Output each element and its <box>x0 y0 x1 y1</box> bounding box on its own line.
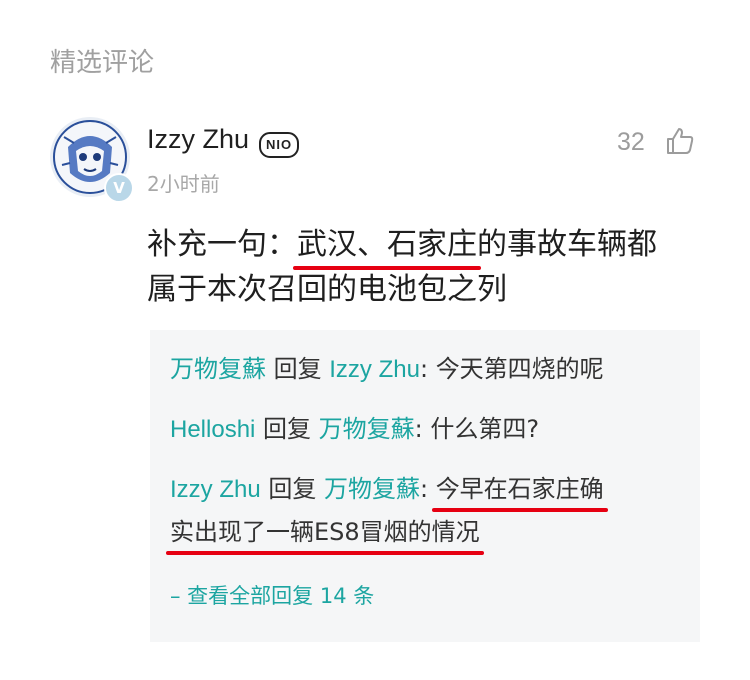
section-title: 精选评论 <box>50 48 155 78</box>
like-count: 32 <box>617 128 645 156</box>
reply-item[interactable]: 万物复蘇 回复 Izzy Zhu: 今天第四烧的呢 <box>170 348 685 391</box>
reply-item[interactable]: Izzy Zhu 回复 万物复蘇: 今早在石家庄确 实出现了一辆ES8冒烟的情况 <box>166 468 685 555</box>
reply-action: 回复 <box>260 475 324 503</box>
reply-separator: : <box>419 475 436 503</box>
reply-text: 今天第四烧的呢 <box>435 355 604 383</box>
comment-text-line2: 属于本次召回的电池包之列 <box>147 272 507 307</box>
reply-separator: : <box>414 415 431 443</box>
reply-text-line2: 实出现了一辆ES8冒烟的情况 <box>166 511 484 555</box>
comment-text-prefix: 补充一句： <box>147 227 297 262</box>
reply-author[interactable]: Izzy Zhu <box>170 476 261 503</box>
nio-badge: NIO <box>259 132 300 158</box>
reply-action: 回复 <box>266 355 330 383</box>
reply-author[interactable]: 万物复蘇 <box>170 355 266 383</box>
comment-text: 补充一句：武汉、石家庄的事故车辆都 属于本次召回的电池包之列 <box>147 222 707 312</box>
reply-item[interactable]: Helloshi 回复 万物复蘇: 什么第四? <box>170 408 685 451</box>
comment-text-rest: 的事故车辆都 <box>477 227 657 262</box>
comment-text-highlight: 武汉、石家庄 <box>293 222 481 270</box>
view-all-replies-link[interactable]: – 查看全部回复 14 条 <box>170 580 374 610</box>
reply-text: 什么第四? <box>430 415 540 443</box>
verified-icon: V <box>104 173 134 203</box>
comment-timestamp: 2小时前 <box>147 172 220 196</box>
reply-list: 万物复蘇 回复 Izzy Zhu: 今天第四烧的呢 Helloshi 回复 万物… <box>150 330 700 642</box>
reply-text-line1: 今早在石家庄确 <box>431 468 608 512</box>
reply-action: 回复 <box>255 415 319 443</box>
reply-target[interactable]: 万物复蘇 <box>319 415 415 443</box>
reply-target[interactable]: 万物复蘇 <box>324 475 420 503</box>
reply-separator: : <box>419 355 436 383</box>
reply-author[interactable]: Helloshi <box>170 416 255 443</box>
thumbs-up-icon[interactable] <box>665 126 695 160</box>
comment-username[interactable]: Izzy Zhu <box>147 124 249 155</box>
reply-target[interactable]: Izzy Zhu <box>329 356 420 383</box>
